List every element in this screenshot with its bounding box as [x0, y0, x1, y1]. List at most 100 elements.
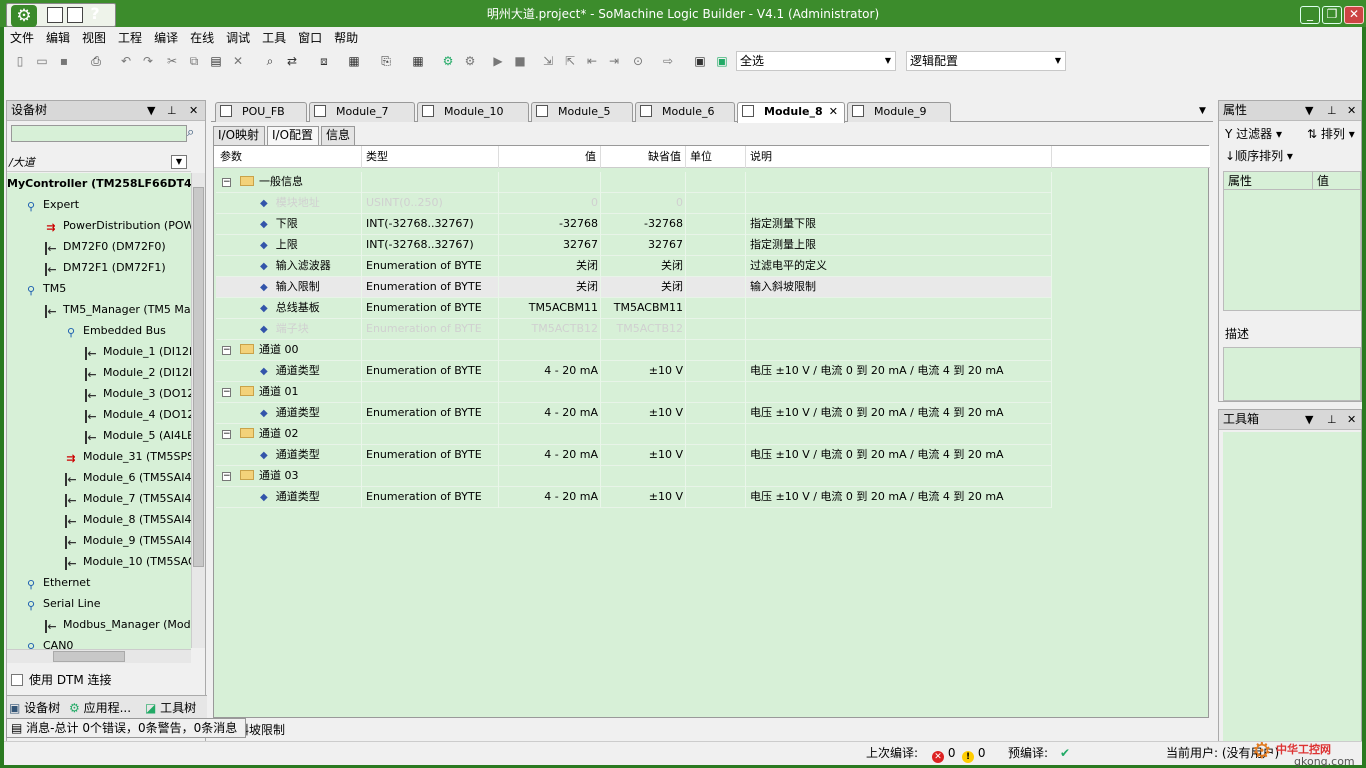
cell-value[interactable]: 0 [499, 193, 601, 214]
restore-button[interactable]: ❐ [1322, 6, 1342, 24]
cut-icon[interactable]: ✂ [164, 53, 180, 69]
cell-value[interactable] [499, 466, 601, 487]
close-icon[interactable]: ✕ [189, 101, 198, 120]
tree-item[interactable]: ← Module_4 (DO12TE) [7, 404, 191, 425]
param-row[interactable]: ◆ 通道类型 Enumeration of BYTE 4 - 20 mA ±10 V 电压… [216, 487, 1052, 508]
cell-value[interactable]: 关闭 [499, 277, 601, 298]
tree-item[interactable]: ← TM5_Manager (TM5 Manager) [7, 299, 191, 320]
close-icon[interactable]: ✕ [1347, 410, 1356, 429]
param-row[interactable]: ◆ 上限 INT(-32768..32767) 32767 32767 指定测量上限 [216, 235, 1052, 256]
param-row[interactable]: ◆ 模块地址 USINT(0..250) 0 0 [216, 193, 1052, 214]
column-header[interactable]: 参数 [216, 146, 362, 168]
cell-value[interactable]: 4 - 20 mA [499, 487, 601, 508]
pin-icon[interactable]: ⊥ [1327, 101, 1337, 120]
cell-value[interactable]: 4 - 20 mA [499, 445, 601, 466]
tree-item[interactable]: ⚲ Serial Line [7, 593, 191, 614]
doc-tab[interactable]: Module_5 [531, 102, 633, 122]
cell-value[interactable] [499, 424, 601, 445]
step-over-icon[interactable]: ⇱ [562, 53, 578, 69]
param-row[interactable]: ◆ 输入限制 Enumeration of BYTE 关闭 关闭 输入斜坡限制 [216, 277, 1052, 298]
messages-tab[interactable]: ▤ 消息-总计 0个错误，0条警告，0条消息 [6, 718, 246, 738]
tree-item[interactable]: ← DM72F0 (DM72F0) [7, 236, 191, 257]
scrollbar-thumb[interactable] [53, 651, 125, 662]
param-row[interactable]: ◆ 输入滤波器 Enumeration of BYTE 关闭 关闭 过滤电平的定义 [216, 256, 1052, 277]
tree-item[interactable]: ← Module_7 (TM5SAI4L) [7, 488, 191, 509]
menu-item[interactable]: 工程 [112, 27, 148, 48]
doc-tab[interactable]: POU_FB [215, 102, 307, 122]
new-icon[interactable]: ▯ [12, 53, 28, 69]
search-icon[interactable]: ⌕ [187, 125, 194, 140]
paste-icon[interactable]: ▤ [208, 53, 224, 69]
logic-config-dropdown[interactable]: 逻辑配置 ▼ [906, 51, 1066, 71]
select-all-dropdown[interactable]: 全选 ▼ [736, 51, 896, 71]
checkbox-box[interactable] [11, 674, 23, 686]
save-icon[interactable]: ▪ [56, 53, 72, 69]
tree-item[interactable]: ← Module_9 (TM5SAI4L) [7, 530, 191, 551]
cell-value[interactable]: -32768 [499, 214, 601, 235]
menu-item[interactable]: 编译 [148, 27, 184, 48]
breakpoint-icon[interactable]: ⊙ [630, 53, 646, 69]
group-row[interactable]: − 一般信息 [216, 172, 1052, 193]
param-row[interactable]: ◆ 总线基板 Enumeration of BYTE TM5ACBM11 TM5ACBM… [216, 298, 1052, 319]
stop-icon[interactable]: ■ [512, 53, 528, 69]
menu-item[interactable]: 帮助 [328, 27, 364, 48]
cell-value[interactable]: 4 - 20 mA [499, 403, 601, 424]
tree-item[interactable]: ← Module_5 (AI4LE) [7, 425, 191, 446]
tree-item[interactable]: ⇉ PowerDistribution (POWER) [7, 215, 191, 236]
group-row[interactable]: − 通道 00 [216, 340, 1052, 361]
group-row[interactable]: − 通道 03 [216, 466, 1052, 487]
tree-item[interactable]: ← DM72F1 (DM72F1) [7, 257, 191, 278]
step-icon[interactable]: ⇲ [540, 53, 556, 69]
sub-tab[interactable]: I/O配置 [267, 126, 319, 146]
device-search-input[interactable] [11, 125, 187, 142]
doc-tab[interactable]: Module_8 ✕ [737, 102, 845, 123]
column-header[interactable]: 值 [499, 146, 601, 168]
column-header[interactable]: 类型 [362, 146, 499, 168]
pin-icon[interactable]: ⊥ [1327, 410, 1337, 429]
tree-item[interactable]: ← Module_1 (DI12DE) [7, 341, 191, 362]
menu-item[interactable]: 调试 [220, 27, 256, 48]
menu-item[interactable]: 文件 [4, 27, 40, 48]
chevron-down-icon[interactable]: ▼ [147, 101, 155, 120]
doc-tab[interactable]: Module_6 [635, 102, 735, 122]
menu-item[interactable]: 在线 [184, 27, 220, 48]
cell-value[interactable]: TM5ACBM11 [499, 298, 601, 319]
tree-item[interactable]: ⚲ Ethernet [7, 572, 191, 593]
build-icon[interactable]: ▦ [410, 53, 426, 69]
logout-icon[interactable]: ⚙ [462, 53, 478, 69]
monitor-icon[interactable]: ▣ [692, 53, 708, 69]
chevron-down-icon[interactable]: ▼ [1305, 101, 1313, 120]
chevron-down-icon[interactable]: ▼ [1199, 106, 1206, 116]
close-button[interactable]: ✕ [1344, 6, 1364, 24]
column-header[interactable]: 单位 [686, 146, 746, 168]
scrollbar-thumb[interactable] [193, 187, 204, 567]
tree-item[interactable]: ← Modbus_Manager (Modbus Ma [7, 614, 191, 635]
start-icon[interactable]: ▶ [490, 53, 506, 69]
pin-icon[interactable]: ⊥ [167, 101, 177, 120]
step-out-icon[interactable]: ⇥ [606, 53, 622, 69]
undo-icon[interactable]: ↶ [118, 53, 134, 69]
param-row[interactable]: ◆ 下限 INT(-32768..32767) -32768 -32768 指定测量下限 [216, 214, 1052, 235]
tree-item[interactable]: MyController (TM258LF66DT4L) [7, 173, 191, 194]
chevron-down-icon[interactable]: ▼ [171, 155, 187, 169]
login-icon[interactable]: ⚙ [440, 53, 456, 69]
cell-value[interactable] [499, 382, 601, 403]
group-row[interactable]: − 通道 02 [216, 424, 1052, 445]
doc-tab[interactable]: Module_10 [417, 102, 529, 122]
tab-applications[interactable]: ⚙ 应用程... [69, 699, 131, 717]
doc-tab[interactable]: Module_7 [309, 102, 415, 122]
sub-tab[interactable]: I/O映射 [213, 126, 265, 145]
order-button[interactable]: ↓顺序排列 ▾ [1225, 147, 1293, 164]
group-row[interactable]: − 通道 01 [216, 382, 1052, 403]
tree-item[interactable]: ⚲ TM5 [7, 278, 191, 299]
print-icon[interactable]: ⎙ [88, 53, 104, 69]
arrow-icon[interactable]: ⇨ [660, 53, 676, 69]
sort-button[interactable]: ⇅ 排列 ▾ [1307, 125, 1355, 142]
cell-value[interactable] [499, 340, 601, 361]
device-filter[interactable]: /大道 ▼ [7, 153, 191, 172]
column-header[interactable]: 说明 [746, 146, 1052, 168]
chevron-down-icon[interactable]: ▼ [1305, 410, 1313, 429]
add-object-icon[interactable]: ▦ [346, 53, 362, 69]
window-icon[interactable]: ⧈ [316, 53, 332, 69]
tree-item[interactable]: ⚲ Embedded Bus [7, 320, 191, 341]
